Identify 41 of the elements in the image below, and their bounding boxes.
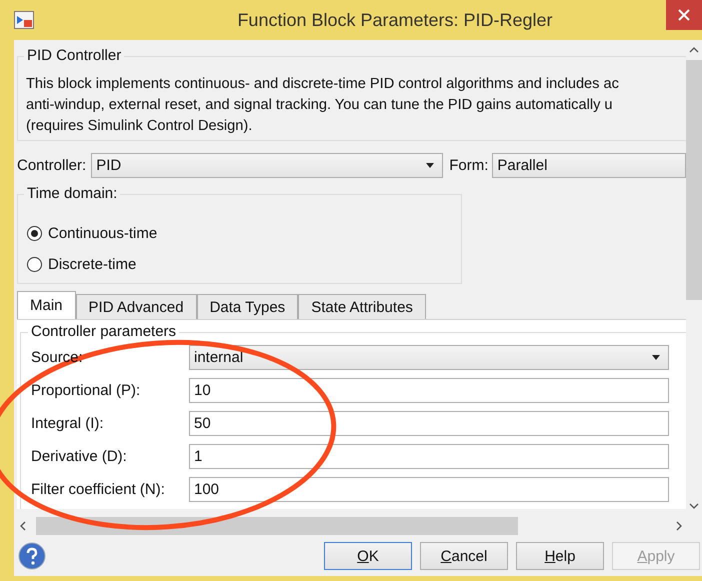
radio-option[interactable]: Discrete-time [18, 249, 461, 280]
tab[interactable]: PID Advanced [76, 294, 197, 319]
parameter-label: Derivative (D): [31, 448, 128, 465]
controller-dropdown[interactable]: PID [91, 153, 444, 178]
description-text: anti-windup, external reset, and signal tracking. You can tune the PID gains automatically u [26, 96, 614, 115]
block-icon [14, 11, 34, 29]
scroll-up-icon[interactable] [689, 47, 699, 53]
close-icon [678, 9, 690, 21]
dialog-button[interactable]: OK [324, 542, 412, 570]
dialog-button[interactable]: Cancel [420, 542, 508, 570]
field-label: Form: [449, 157, 488, 174]
scroll-down-icon[interactable] [689, 503, 699, 509]
close-button[interactable] [666, 0, 702, 30]
caret-icon [652, 355, 660, 360]
caret-icon [426, 163, 434, 168]
parameter-field[interactable]: 100 [189, 477, 669, 502]
radio-button[interactable] [27, 226, 42, 241]
scrollbar-thumb[interactable] [686, 60, 702, 300]
parameter-field[interactable]: 1 [189, 444, 669, 469]
parameter-field[interactable]: 10 [189, 378, 669, 403]
parameter-field[interactable]: 50 [189, 411, 669, 436]
dialog-button[interactable]: Help [516, 542, 604, 570]
parameter-label: Proportional (P): [31, 382, 142, 399]
help-icon[interactable] [18, 542, 46, 570]
description-text: This block implements continuous- and discrete-time PID control algorithms and includes ac [26, 75, 620, 94]
scrollbar-thumb[interactable] [36, 517, 518, 535]
parameter-label: Filter coefficient (N): [31, 481, 166, 498]
scroll-right-icon[interactable] [676, 521, 682, 531]
description-text: (requires Simulink Control Design). [26, 117, 254, 136]
parameter-label: Integral (I): [31, 415, 105, 432]
tab[interactable]: Main [17, 291, 76, 319]
window-title: Function Block Parameters: PID-Regler [236, 10, 554, 30]
tab[interactable]: State Attributes [298, 294, 426, 319]
group-title: Controller parameters [28, 323, 180, 340]
radio-option[interactable]: Continuous-time [18, 218, 461, 249]
form-dropdown[interactable]: Parallel [492, 153, 686, 178]
radio-button[interactable] [27, 257, 42, 272]
field-label: Controller: [17, 157, 86, 174]
source-dropdown[interactable]: internal [189, 345, 669, 370]
tab[interactable]: Data Types [196, 294, 298, 319]
scroll-left-icon[interactable] [20, 521, 26, 531]
